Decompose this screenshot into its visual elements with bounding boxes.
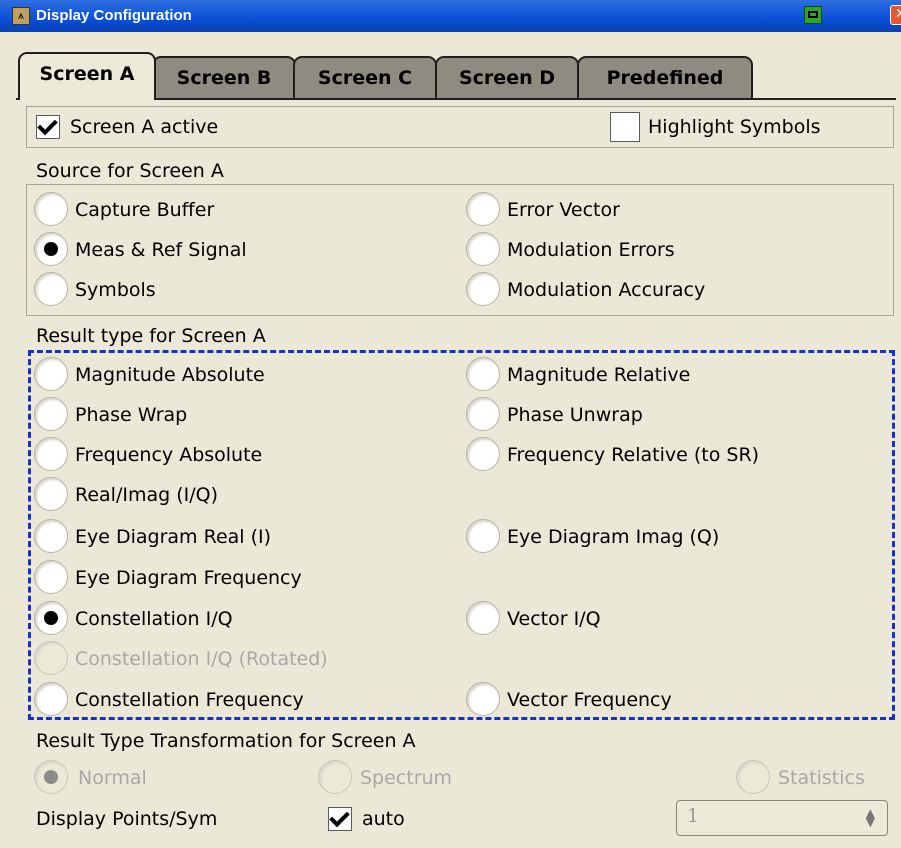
transformation-section-title: Result Type Transformation for Screen A <box>36 730 416 752</box>
window-title: Display Configuration <box>36 7 192 24</box>
source-error-vector-label: Error Vector <box>507 199 620 221</box>
tab-screen-d[interactable]: Screen D <box>435 56 579 100</box>
source-capture-buffer-label: Capture Buffer <box>75 199 215 221</box>
result-eye-diagram-real-label: Eye Diagram Real (I) <box>75 526 272 548</box>
auto-label: auto <box>362 808 405 830</box>
highlight-symbols-checkbox[interactable] <box>610 112 640 142</box>
result-frequency-relative-radio[interactable] <box>466 437 500 471</box>
result-eye-diagram-frequency-radio[interactable] <box>34 560 68 594</box>
result-magnitude-relative-radio[interactable] <box>466 357 500 391</box>
app-icon: ⩚ <box>12 7 30 25</box>
highlight-symbols-label: Highlight Symbols <box>648 116 821 138</box>
display-points-value: 1 <box>687 805 700 827</box>
result-eye-diagram-imag-label: Eye Diagram Imag (Q) <box>507 526 720 548</box>
spinner-arrows-icon: ▲ ▼ <box>865 806 875 829</box>
display-points-label: Display Points/Sym <box>36 808 218 830</box>
transform-spectrum-label: Spectrum <box>360 767 453 789</box>
close-button[interactable]: ✕ <box>890 5 901 25</box>
result-eye-diagram-imag-radio[interactable] <box>466 519 500 553</box>
result-frequency-absolute-radio[interactable] <box>34 437 68 471</box>
result-magnitude-absolute-radio[interactable] <box>34 357 68 391</box>
result-vector-iq-label: Vector I/Q <box>507 608 601 630</box>
source-modulation-errors-label: Modulation Errors <box>507 239 675 261</box>
transform-statistics-label: Statistics <box>778 767 865 789</box>
source-error-vector-radio[interactable] <box>466 192 500 226</box>
result-type-section-title: Result type for Screen A <box>36 325 266 347</box>
result-phase-unwrap-radio[interactable] <box>466 397 500 431</box>
source-modulation-accuracy-radio[interactable] <box>466 272 500 306</box>
source-modulation-errors-radio[interactable] <box>466 232 500 266</box>
result-constellation-frequency-label: Constellation Frequency <box>75 689 304 711</box>
transform-normal-label: Normal <box>78 767 147 789</box>
source-section-title: Source for Screen A <box>36 160 224 182</box>
source-capture-buffer-radio[interactable] <box>34 192 68 226</box>
result-phase-unwrap-label: Phase Unwrap <box>507 404 643 426</box>
result-phase-wrap-radio[interactable] <box>34 397 68 431</box>
transform-spectrum-radio <box>318 760 352 794</box>
result-real-imag-label: Real/Imag (I/Q) <box>75 484 219 506</box>
result-vector-iq-radio[interactable] <box>466 601 500 635</box>
screen-active-checkbox[interactable] <box>36 115 60 139</box>
result-eye-diagram-frequency-label: Eye Diagram Frequency <box>75 567 302 589</box>
screen-active-label: Screen A active <box>70 116 219 138</box>
result-vector-frequency-label: Vector Frequency <box>507 689 672 711</box>
source-modulation-accuracy-label: Modulation Accuracy <box>507 279 706 301</box>
tab-screen-c[interactable]: Screen C <box>293 56 437 100</box>
result-constellation-iq-label: Constellation I/Q <box>75 608 233 630</box>
result-eye-diagram-real-radio[interactable] <box>34 519 68 553</box>
tab-predefined[interactable]: Predefined <box>577 56 753 100</box>
display-points-spinbox: 1 ▲ ▼ <box>676 800 888 836</box>
source-meas-ref-signal-radio[interactable] <box>34 232 68 266</box>
result-constellation-frequency-radio[interactable] <box>34 682 68 716</box>
result-magnitude-absolute-label: Magnitude Absolute <box>75 364 265 386</box>
result-frequency-absolute-label: Frequency Absolute <box>75 444 263 466</box>
result-magnitude-relative-label: Magnitude Relative <box>507 364 691 386</box>
source-meas-ref-signal-label: Meas & Ref Signal <box>75 239 247 261</box>
result-phase-wrap-label: Phase Wrap <box>75 404 188 426</box>
auto-checkbox[interactable] <box>328 807 352 831</box>
tab-screen-b[interactable]: Screen B <box>152 56 296 100</box>
result-constellation-iq-radio[interactable] <box>34 601 68 635</box>
result-vector-frequency-radio[interactable] <box>466 682 500 716</box>
result-constellation-iq-rotated-radio <box>34 641 68 675</box>
result-frequency-relative-label: Frequency Relative (to SR) <box>507 444 760 466</box>
result-constellation-iq-rotated-label: Constellation I/Q (Rotated) <box>75 648 328 670</box>
tab-screen-a[interactable]: Screen A <box>18 52 156 100</box>
transform-normal-radio <box>34 760 68 794</box>
result-real-imag-radio[interactable] <box>34 477 68 511</box>
print-icon[interactable] <box>804 6 822 24</box>
title-bar: ⩚ Display Configuration ✕ <box>0 0 901 32</box>
source-symbols-radio[interactable] <box>34 272 68 306</box>
transform-statistics-radio <box>736 760 770 794</box>
source-symbols-label: Symbols <box>75 279 156 301</box>
